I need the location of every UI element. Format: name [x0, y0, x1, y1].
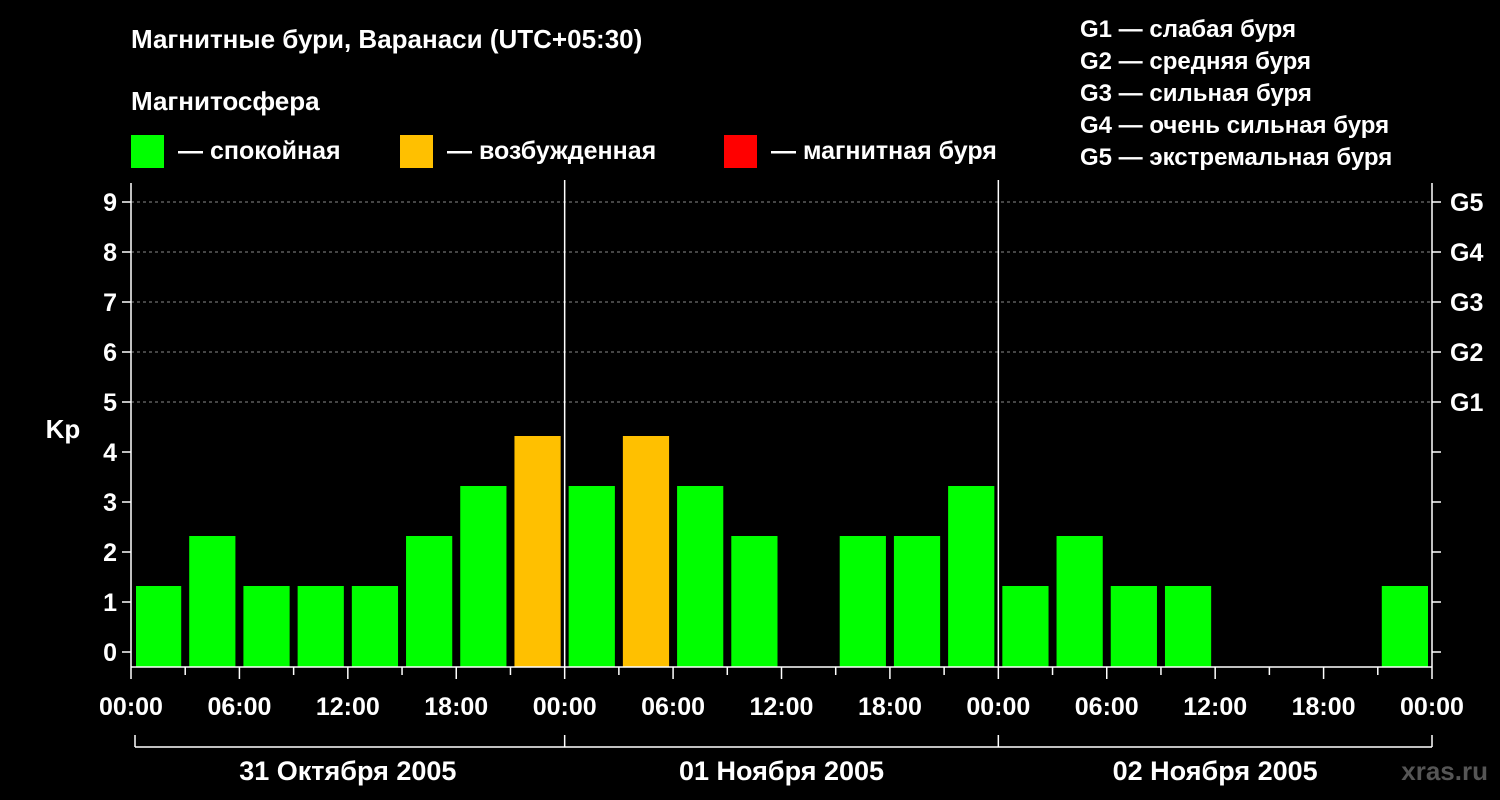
kp-bar [189, 536, 236, 667]
g-level-label: G3 [1450, 289, 1483, 317]
kp-bar [948, 486, 995, 667]
y-tick-label: 0 [103, 639, 117, 667]
x-tick-label: 00:00 [99, 693, 163, 721]
kp-bar [406, 536, 453, 667]
g-level-label: G1 [1450, 389, 1483, 417]
x-tick-label: 18:00 [424, 693, 488, 721]
kp-bar [1056, 536, 1103, 667]
kp-bar [1110, 586, 1157, 667]
x-tick-label: 06:00 [207, 693, 271, 721]
x-tick-label: 12:00 [1183, 693, 1247, 721]
kp-bar [1381, 586, 1428, 667]
kp-bar [893, 536, 941, 667]
kp-bar [622, 436, 670, 667]
x-tick-label: 12:00 [750, 693, 814, 721]
y-tick-label: 2 [103, 539, 117, 567]
g-level-label: G2 [1450, 339, 1483, 367]
x-tick-label: 18:00 [858, 693, 922, 721]
day-label: 31 Октября 2005 [239, 756, 456, 786]
y-tick-label: 5 [103, 389, 117, 417]
x-tick-label: 18:00 [1292, 693, 1356, 721]
g-level-label: G4 [1450, 239, 1483, 267]
kp-bar [351, 586, 399, 667]
x-tick-label: 06:00 [641, 693, 705, 721]
x-tick-label: 12:00 [316, 693, 380, 721]
kp-bar [136, 586, 182, 667]
kp-bar [243, 586, 290, 667]
y-tick-label: 7 [103, 289, 117, 317]
kp-bar [1002, 586, 1049, 667]
watermark: xras.ru [1401, 756, 1488, 786]
kp-bar [514, 436, 561, 667]
kp-bar [297, 586, 344, 667]
x-tick-label: 00:00 [1400, 693, 1464, 721]
kp-bar [731, 536, 778, 667]
x-tick-label: 00:00 [966, 693, 1030, 721]
day-label: 01 Ноября 2005 [679, 756, 884, 786]
kp-bar [460, 486, 507, 667]
y-tick-label: 3 [103, 489, 117, 517]
x-tick-label: 06:00 [1075, 693, 1139, 721]
x-tick-label: 00:00 [533, 693, 597, 721]
y-tick-label: 8 [103, 239, 117, 267]
kp-bar [839, 536, 886, 667]
y-tick-label: 1 [103, 589, 117, 617]
kp-bar [1164, 586, 1212, 667]
y-tick-label: 6 [103, 339, 117, 367]
y-tick-label: 9 [103, 189, 117, 217]
kp-bar-chart: 0 1 2 3 4 5 6 7 8 9 G1 G2 G3 G4 G5 Kp 00:00 06:00 12:00 18:… [46, 180, 1483, 786]
y-axis-title: Kp [46, 414, 81, 444]
day-label: 02 Ноября 2005 [1113, 756, 1318, 786]
kp-bar [568, 486, 615, 667]
y-tick-label: 4 [103, 439, 117, 467]
g-level-label: G5 [1450, 189, 1483, 217]
kp-bar [677, 486, 724, 667]
